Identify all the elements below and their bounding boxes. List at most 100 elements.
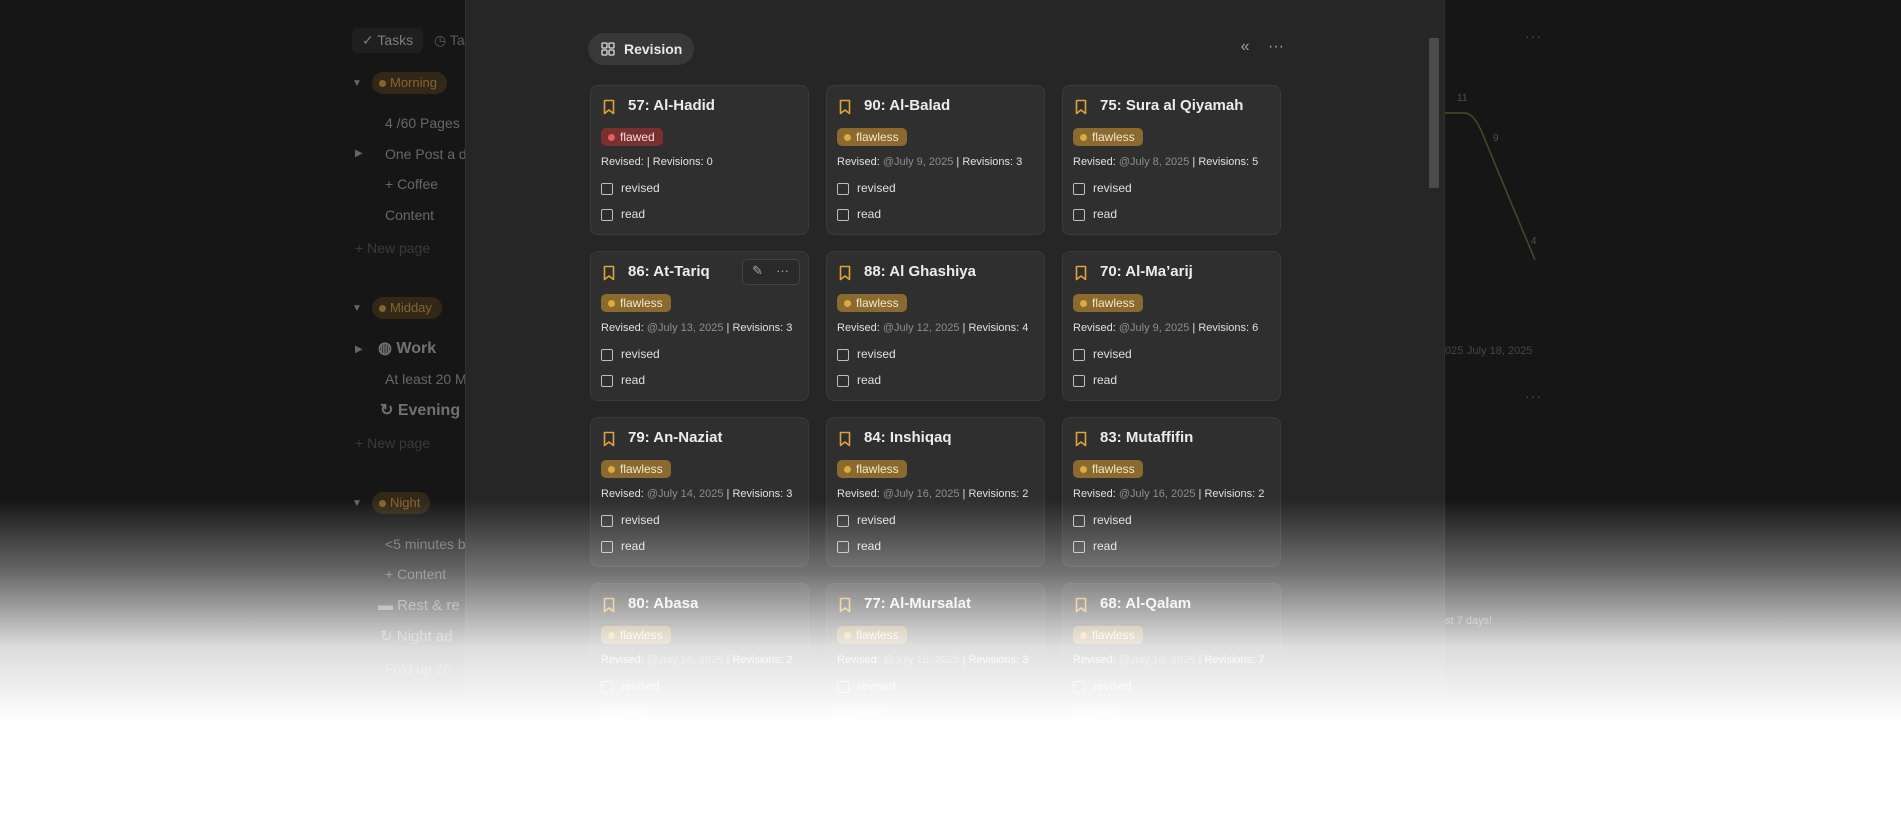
revised-date[interactable]: @July 14, 2025 bbox=[647, 488, 724, 500]
revised-date[interactable]: @July 10, 2025 bbox=[1119, 654, 1196, 666]
checkbox-read[interactable]: read bbox=[601, 207, 645, 221]
card-title: 79: An-Naziat bbox=[628, 429, 723, 446]
checkbox-read[interactable]: read bbox=[601, 539, 645, 553]
status-tag: flawless bbox=[1073, 626, 1143, 644]
revised-date[interactable]: @July 9, 2025 bbox=[1119, 322, 1190, 334]
checkbox-revised[interactable]: revised bbox=[601, 181, 660, 195]
revisions-count: | Revisions: 2 bbox=[1198, 488, 1265, 500]
checkbox-read[interactable]: read bbox=[837, 373, 881, 387]
revised-date[interactable]: @July 16, 2025 bbox=[883, 488, 960, 500]
revision-meta: Revised: @July 9, 2025 | Revisions: 3 bbox=[837, 156, 1022, 168]
revision-card[interactable]: 84: Inshiqaq flawless Revised: @July 16,… bbox=[826, 417, 1045, 567]
checkbox-icon[interactable] bbox=[837, 209, 849, 221]
checkbox-icon[interactable] bbox=[837, 375, 849, 387]
card-title: 75: Sura al Qiyamah bbox=[1100, 97, 1244, 114]
revisions-count: | Revisions: 3 bbox=[726, 488, 793, 500]
revision-card[interactable]: 90: Al-Balad flawless Revised: @July 9, … bbox=[826, 85, 1045, 235]
revision-card[interactable]: 57: Al-Hadid flawed Revised: | Revisions… bbox=[590, 85, 809, 235]
revisions-count: | Revisions: 2 bbox=[962, 488, 1029, 500]
checkbox-label: read bbox=[621, 705, 646, 719]
ellipsis-icon[interactable]: ··· bbox=[1268, 38, 1284, 56]
checkbox-revised[interactable]: revised bbox=[601, 347, 660, 361]
revised-date[interactable]: @July 12, 2025 bbox=[883, 322, 960, 334]
checkbox-icon[interactable] bbox=[837, 541, 849, 553]
revisions-count: | Revisions: 2 bbox=[726, 654, 793, 666]
checkbox-revised[interactable]: revised bbox=[601, 679, 660, 693]
checkbox-revised[interactable]: revised bbox=[601, 513, 660, 527]
scrollbar-thumb[interactable] bbox=[1429, 38, 1439, 188]
checkbox-icon[interactable] bbox=[837, 349, 849, 361]
status-tag: flawless bbox=[837, 626, 907, 644]
revised-date[interactable]: @July 9, 2025 bbox=[883, 156, 954, 168]
revision-card[interactable]: 86: At-Tariq flawless Revised: @July 13,… bbox=[590, 251, 809, 401]
checkbox-revised[interactable]: revised bbox=[1073, 679, 1132, 693]
revision-card[interactable]: 70: Al-Ma’arij flawless Revised: @July 9… bbox=[1062, 251, 1281, 401]
checkbox-icon[interactable] bbox=[1073, 707, 1085, 719]
checkbox-read[interactable]: read bbox=[837, 705, 881, 719]
checkbox-label: revised bbox=[857, 181, 896, 195]
revised-label: Revised: bbox=[1073, 322, 1116, 334]
checkbox-icon[interactable] bbox=[1073, 681, 1085, 693]
revision-card[interactable]: 77: Al-Mursalat flawless Revised: @July … bbox=[826, 583, 1045, 733]
ellipsis-icon[interactable]: ··· bbox=[776, 263, 789, 278]
checkbox-read[interactable]: read bbox=[837, 207, 881, 221]
revision-card[interactable]: 88: Al Ghashiya flawless Revised: @July … bbox=[826, 251, 1045, 401]
checkbox-icon[interactable] bbox=[837, 515, 849, 527]
checkbox-revised[interactable]: revised bbox=[1073, 347, 1132, 361]
bookmark-icon bbox=[603, 597, 615, 613]
bookmark-icon bbox=[1075, 431, 1087, 447]
checkbox-read[interactable]: read bbox=[1073, 539, 1117, 553]
revised-date[interactable]: @July 16, 2025 bbox=[647, 654, 724, 666]
card-title: 80: Abasa bbox=[628, 595, 699, 612]
checkbox-revised[interactable]: revised bbox=[837, 679, 896, 693]
checkbox-icon[interactable] bbox=[1073, 209, 1085, 221]
checkbox-read[interactable]: read bbox=[601, 373, 645, 387]
double-chevron-left-icon[interactable]: « bbox=[1241, 38, 1250, 56]
checkbox-read[interactable]: read bbox=[601, 705, 645, 719]
checkbox-label: read bbox=[1093, 373, 1118, 387]
checkbox-icon[interactable] bbox=[601, 681, 613, 693]
card-title: 57: Al-Hadid bbox=[628, 97, 715, 114]
revision-card[interactable]: 79: An-Naziat flawless Revised: @July 14… bbox=[590, 417, 809, 567]
checkbox-icon[interactable] bbox=[1073, 349, 1085, 361]
revised-date[interactable]: @July 15, 2025 bbox=[883, 654, 960, 666]
checkbox-revised[interactable]: revised bbox=[1073, 513, 1132, 527]
checkbox-icon[interactable] bbox=[601, 183, 613, 195]
checkbox-icon[interactable] bbox=[601, 349, 613, 361]
revision-view-button[interactable]: Revision bbox=[588, 33, 695, 65]
checkbox-label: read bbox=[621, 373, 646, 387]
checkbox-icon[interactable] bbox=[1073, 375, 1085, 387]
checkbox-read[interactable]: read bbox=[1073, 207, 1117, 221]
checkbox-icon[interactable] bbox=[1073, 541, 1085, 553]
checkbox-icon[interactable] bbox=[601, 707, 613, 719]
revision-card[interactable]: 80: Abasa flawless Revised: @July 16, 20… bbox=[590, 583, 809, 733]
status-tag: flawless bbox=[601, 460, 671, 478]
checkbox-revised[interactable]: revised bbox=[837, 181, 896, 195]
checkbox-icon[interactable] bbox=[601, 375, 613, 387]
checkbox-read[interactable]: read bbox=[1073, 373, 1117, 387]
checkbox-icon[interactable] bbox=[837, 707, 849, 719]
checkbox-revised[interactable]: revised bbox=[1073, 181, 1132, 195]
checkbox-label: revised bbox=[621, 513, 660, 527]
checkbox-icon[interactable] bbox=[1073, 515, 1085, 527]
revised-label: Revised: bbox=[601, 156, 644, 168]
checkbox-icon[interactable] bbox=[1073, 183, 1085, 195]
revision-card[interactable]: 83: Mutaffifin flawless Revised: @July 1… bbox=[1062, 417, 1281, 567]
checkbox-icon[interactable] bbox=[837, 183, 849, 195]
checkbox-icon[interactable] bbox=[837, 681, 849, 693]
revised-date[interactable]: @July 16, 2025 bbox=[1119, 488, 1196, 500]
edit-icon[interactable]: ✎ bbox=[752, 263, 763, 279]
checkbox-read[interactable]: read bbox=[837, 539, 881, 553]
checkbox-icon[interactable] bbox=[601, 541, 613, 553]
revised-label: Revised: bbox=[601, 654, 644, 666]
checkbox-revised[interactable]: revised bbox=[837, 513, 896, 527]
revision-card[interactable]: 75: Sura al Qiyamah flawless Revised: @J… bbox=[1062, 85, 1281, 235]
checkbox-read[interactable]: read bbox=[1073, 705, 1117, 719]
revision-card[interactable]: 68: Al-Qalam flawless Revised: @July 10,… bbox=[1062, 583, 1281, 733]
revised-date[interactable]: @July 8, 2025 bbox=[1119, 156, 1190, 168]
revised-date[interactable]: @July 13, 2025 bbox=[647, 322, 724, 334]
checkbox-revised[interactable]: revised bbox=[837, 347, 896, 361]
checkbox-icon[interactable] bbox=[601, 209, 613, 221]
checkbox-icon[interactable] bbox=[601, 515, 613, 527]
revised-label: Revised: bbox=[837, 488, 880, 500]
